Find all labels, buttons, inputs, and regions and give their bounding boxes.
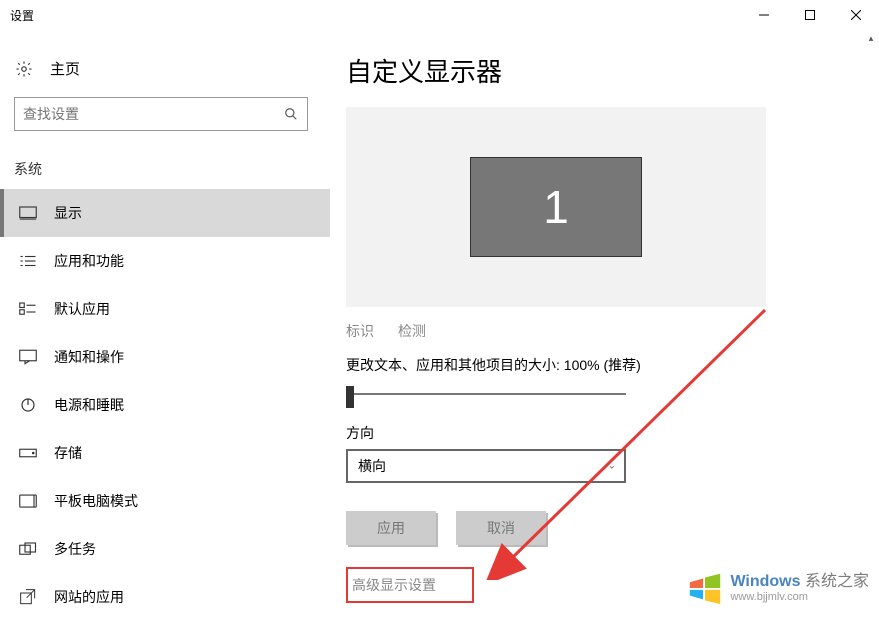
scale-label: 更改文本、应用和其他项目的大小: 100% (推荐) <box>346 355 879 375</box>
monitor-number: 1 <box>543 180 569 234</box>
home-label: 主页 <box>50 58 80 79</box>
drive-icon <box>18 448 38 458</box>
sidebar-item-label: 平板电脑模式 <box>54 491 138 511</box>
scroll-thumb[interactable] <box>863 46 879 346</box>
detect-link[interactable]: 检测 <box>398 321 426 341</box>
section-header: 系统 <box>0 145 330 189</box>
sidebar: 主页 系统 显示 应用和功能 <box>0 30 330 617</box>
sidebar-item-website-apps[interactable]: 网站的应用 <box>0 573 330 621</box>
apply-button[interactable]: 应用 <box>346 511 436 545</box>
main-content: 自定义显示器 1 标识 检测 更改文本、应用和其他项目的大小: 100% (推荐… <box>330 30 879 617</box>
minimize-button[interactable] <box>741 0 787 30</box>
slider-track <box>346 393 626 395</box>
slider-thumb[interactable] <box>346 386 354 408</box>
sidebar-item-apps[interactable]: 应用和功能 <box>0 237 330 285</box>
sidebar-item-label: 显示 <box>54 203 82 223</box>
scale-slider[interactable] <box>346 383 626 407</box>
search-icon <box>283 107 299 121</box>
maximize-button[interactable] <box>787 0 833 30</box>
tablet-icon <box>18 494 38 508</box>
scrollbar[interactable]: ▴ <box>863 30 879 617</box>
identify-link[interactable]: 标识 <box>346 321 374 341</box>
grid-icon <box>18 302 38 316</box>
titlebar: 设置 <box>0 0 879 30</box>
window-title: 设置 <box>0 7 34 24</box>
power-icon <box>18 397 38 413</box>
monitor-1[interactable]: 1 <box>470 157 642 257</box>
monitor-icon <box>18 206 38 220</box>
sidebar-item-display[interactable]: 显示 <box>0 189 330 237</box>
cancel-button[interactable]: 取消 <box>456 511 546 545</box>
gear-icon <box>14 60 34 78</box>
chat-icon <box>18 349 38 365</box>
sidebar-item-power[interactable]: 电源和睡眠 <box>0 381 330 429</box>
page-title: 自定义显示器 <box>346 52 879 89</box>
sidebar-item-label: 默认应用 <box>54 299 110 319</box>
sidebar-item-label: 存储 <box>54 443 82 463</box>
scroll-up-icon[interactable]: ▴ <box>863 30 879 46</box>
chevron-down-icon: ⌄ <box>608 461 616 472</box>
sidebar-item-label: 应用和功能 <box>54 251 124 271</box>
sidebar-item-storage[interactable]: 存储 <box>0 429 330 477</box>
search-input[interactable] <box>23 106 283 122</box>
open-icon <box>18 589 38 605</box>
close-button[interactable] <box>833 0 879 30</box>
search-input-wrap[interactable] <box>14 97 308 131</box>
advanced-display-settings-link[interactable]: 高级显示设置 <box>346 567 474 603</box>
sidebar-item-tablet[interactable]: 平板电脑模式 <box>0 477 330 525</box>
orientation-label: 方向 <box>346 423 879 443</box>
display-preview[interactable]: 1 <box>346 107 766 307</box>
sidebar-item-label: 通知和操作 <box>54 347 124 367</box>
sidebar-item-label: 电源和睡眠 <box>54 395 124 415</box>
sidebar-item-label: 网站的应用 <box>54 587 124 607</box>
sidebar-item-default-apps[interactable]: 默认应用 <box>0 285 330 333</box>
sidebar-item-notifications[interactable]: 通知和操作 <box>0 333 330 381</box>
multitask-icon <box>18 542 38 556</box>
sidebar-item-label: 多任务 <box>54 539 96 559</box>
home-button[interactable]: 主页 <box>0 50 330 87</box>
sidebar-item-multitask[interactable]: 多任务 <box>0 525 330 573</box>
advanced-link-label: 高级显示设置 <box>352 575 436 595</box>
list-icon <box>18 254 38 268</box>
orientation-value: 横向 <box>358 456 386 476</box>
orientation-select[interactable]: 横向 ⌄ <box>346 449 626 483</box>
